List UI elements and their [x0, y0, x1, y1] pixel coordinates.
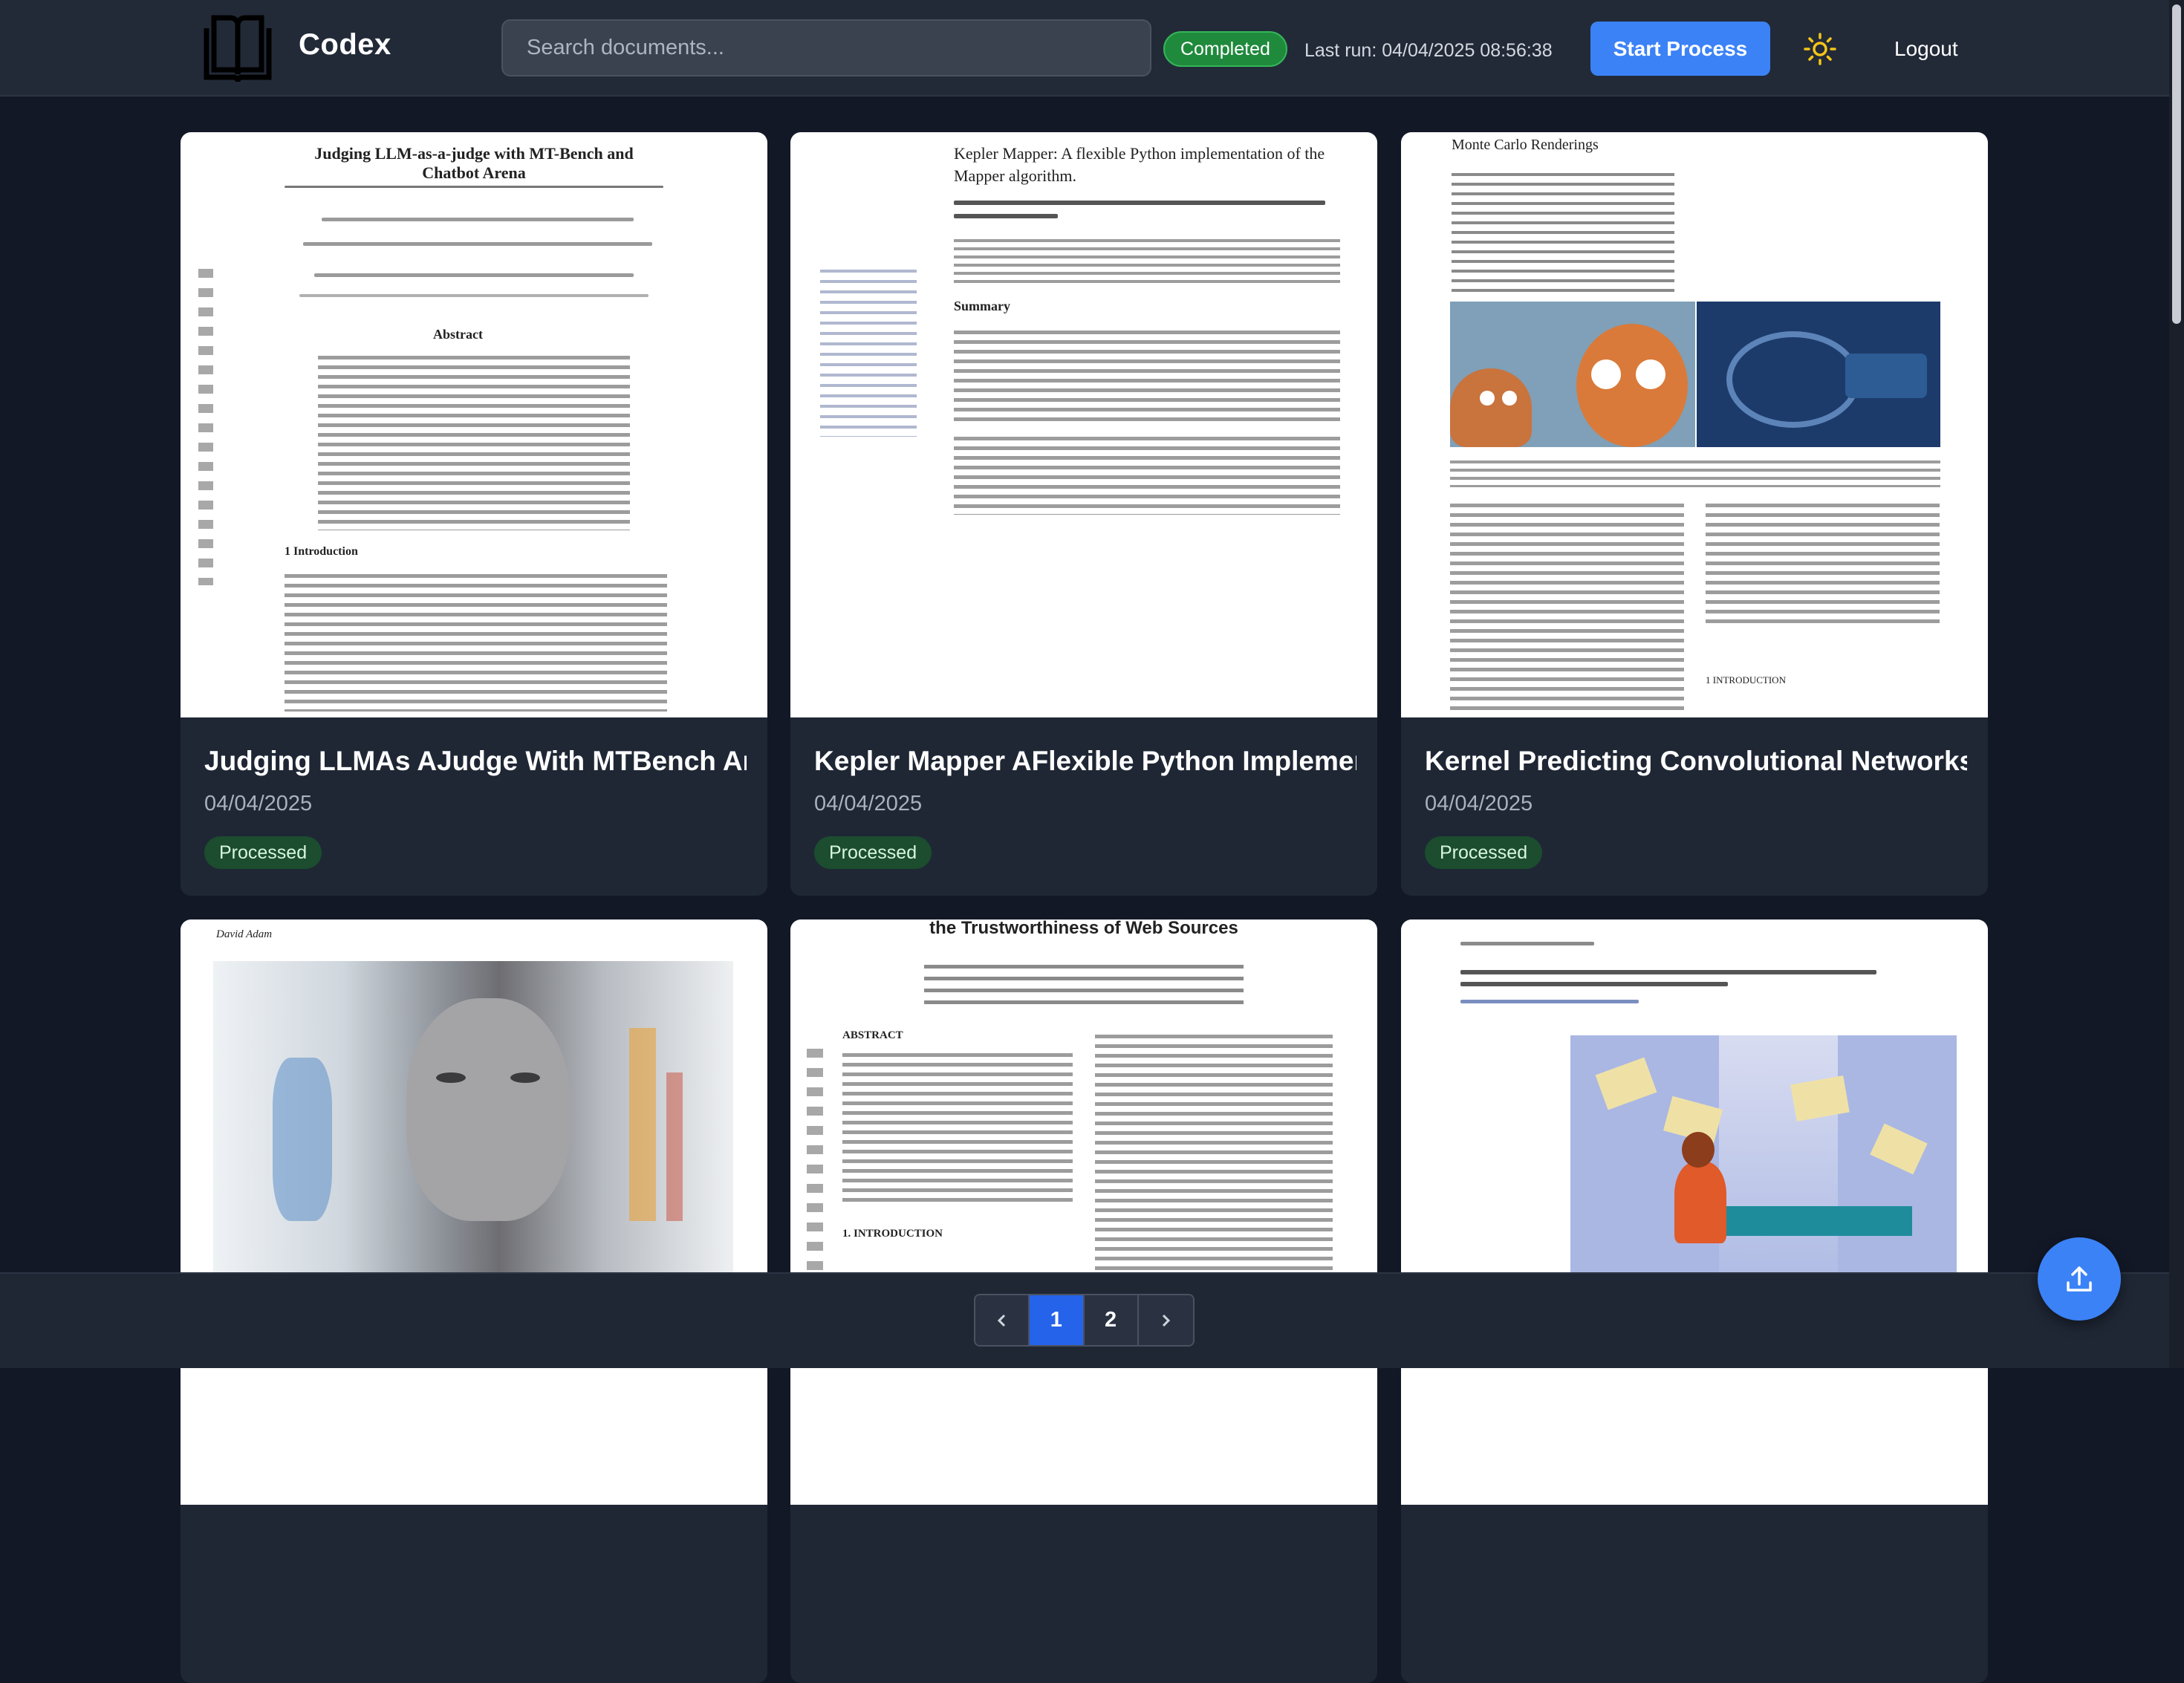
thumbnail-section: 1 Introduction [285, 545, 358, 558]
thumbnail-heading: Kepler Mapper: A flexible Python impleme… [954, 144, 1325, 185]
previous-page-button[interactable] [975, 1295, 1030, 1345]
document-thumbnail[interactable]: Judging LLM-as-a-judge with MT-Bench and… [181, 132, 767, 717]
chevron-right-icon [1163, 1314, 1171, 1326]
thumbnail-heading: David Adam [216, 928, 273, 940]
chevron-left-icon [997, 1314, 1005, 1326]
start-process-button[interactable]: Start Process [1590, 22, 1770, 76]
document-thumbnail[interactable]: Monte Carlo Renderings 1 INTRODUCTION [1401, 132, 1988, 717]
page-scrollbar[interactable] [2169, 0, 2184, 1368]
app-name: Codex [299, 28, 391, 61]
page-1-button[interactable]: 1 [1030, 1295, 1085, 1345]
processed-badge: Processed [204, 836, 322, 869]
document-thumbnail[interactable] [1401, 919, 1988, 1505]
document-thumbnail[interactable]: Kepler Mapper: A flexible Python impleme… [790, 132, 1377, 717]
scrollbar-thumb[interactable] [2172, 4, 2181, 324]
thumbnail-section: 1. INTRODUCTION [842, 1228, 943, 1240]
processed-badge: Processed [814, 836, 932, 869]
sun-icon[interactable] [1803, 32, 1837, 66]
document-thumbnail[interactable]: David Adam [181, 919, 767, 1505]
next-page-button[interactable] [1138, 1295, 1193, 1345]
upload-icon [2067, 1266, 2092, 1292]
processed-badge: Processed [1425, 836, 1543, 869]
thumbnail-heading: the Trustworthiness of Web Sources [929, 919, 1238, 938]
upload-button[interactable] [2038, 1237, 2121, 1321]
document-date: 04/04/2025 [814, 792, 923, 816]
document-title[interactable]: Kernel Predicting Convolutional Networks… [1425, 746, 1967, 777]
portrait-illustration [213, 961, 733, 1288]
page-2-button[interactable]: 2 [1084, 1295, 1139, 1345]
document-thumbnail[interactable]: the Trustworthiness of Web Sources ABSTR… [790, 919, 1377, 1505]
thumbnail-section: Summary [954, 299, 1010, 313]
top-bar: Codex Completed Last run: 04/04/2025 08:… [0, 0, 2169, 97]
search-input[interactable] [501, 19, 1151, 76]
document-title[interactable]: Kepler Mapper AFlexible Python Implemen.… [814, 746, 1356, 777]
document-date: 04/04/2025 [204, 792, 313, 816]
document-card[interactable]: Monte Carlo Renderings 1 INTRODUCTION Ke… [1401, 132, 1988, 896]
process-status-badge: Completed [1163, 31, 1287, 67]
logout-link[interactable]: Logout [1894, 37, 1958, 61]
thumbnail-section: ABSTRACT [842, 1029, 903, 1041]
pagination-bar: 1 2 [0, 1272, 2169, 1368]
book-open-icon[interactable] [201, 12, 275, 85]
pagination: 1 2 [974, 1294, 1195, 1347]
document-card[interactable]: Judging LLM-as-a-judge with MT-Bench and… [181, 132, 767, 896]
document-date: 04/04/2025 [1425, 792, 1533, 816]
thumbnail-heading: Monte Carlo Renderings [1452, 137, 1599, 153]
last-run-timestamp: Last run: 04/04/2025 08:56:38 [1304, 40, 1553, 61]
thumbnail-section: Abstract [433, 327, 483, 342]
document-card[interactable]: Kepler Mapper: A flexible Python impleme… [790, 132, 1377, 896]
document-title[interactable]: Judging LLMAs AJudge With MTBench An... [204, 746, 747, 777]
figure-image [1450, 302, 1695, 447]
thumbnail-heading: Judging LLM-as-a-judge with MT-Bench and… [314, 144, 634, 182]
figure-image [1697, 302, 1940, 447]
thumbnail-section: 1 INTRODUCTION [1706, 674, 1786, 686]
